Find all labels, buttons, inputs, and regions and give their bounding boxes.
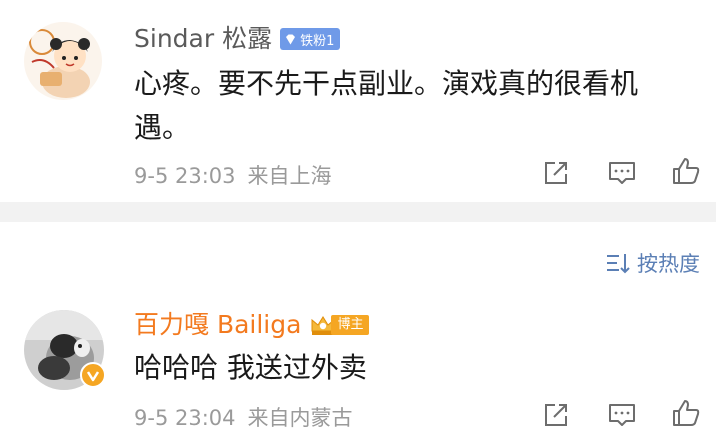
comment-icon	[609, 162, 635, 184]
comment-meta: 9-5 23:04 来自内蒙古	[134, 402, 353, 432]
host-badge[interactable]: 博主	[309, 313, 370, 337]
avatar[interactable]	[24, 22, 102, 100]
comment-text: 心疼。要不先干点副业。演戏真的很看机遇。	[134, 67, 639, 144]
fan-badge[interactable]: 铁粉1	[280, 28, 341, 50]
share-icon	[545, 404, 567, 426]
timestamp: 9-5 23:04	[134, 406, 236, 430]
host-badge-label: 博主	[331, 315, 370, 335]
comment-button[interactable]	[607, 400, 637, 430]
user-line: 百力嘎 Bailiga 博主	[134, 310, 370, 340]
comment-button[interactable]	[607, 158, 637, 188]
location: 来自上海	[247, 164, 332, 188]
like-button[interactable]	[671, 398, 701, 428]
timestamp: 9-5 23:03	[134, 164, 236, 188]
comment-icon	[609, 404, 635, 426]
section-divider	[0, 202, 716, 222]
like-icon	[673, 400, 700, 426]
cartoon-avatar-icon	[24, 22, 102, 100]
share-icon	[545, 162, 567, 184]
username[interactable]: Sindar 松露	[134, 24, 272, 54]
location: 来自内蒙古	[247, 406, 353, 430]
username[interactable]: 百力嘎 Bailiga	[134, 310, 301, 340]
share-button[interactable]	[541, 400, 571, 430]
sort-by-hot-button[interactable]: 按热度	[605, 248, 700, 278]
sort-label: 按热度	[637, 252, 700, 276]
sort-lines-icon	[607, 254, 630, 274]
comment-meta: 9-5 23:03 来自上海	[134, 160, 332, 190]
diamond-icon	[286, 34, 296, 44]
share-button[interactable]	[541, 158, 571, 188]
comment-text: 哈哈哈 我送过外卖	[134, 351, 367, 384]
user-line: Sindar 松露 铁粉1	[134, 24, 341, 54]
comment-item: Sindar 松露 铁粉1 心疼。要不先干点副业。演戏真的很看机遇。 9-5 2…	[0, 0, 716, 202]
like-icon	[673, 158, 700, 184]
comment-item: 百力嘎 Bailiga 博主 哈哈哈 我送过外卖 9-5 23:04 来自内蒙古	[0, 298, 716, 446]
like-button[interactable]	[671, 156, 701, 186]
fan-badge-label: 铁粉1	[300, 33, 335, 49]
verified-icon	[80, 362, 106, 388]
